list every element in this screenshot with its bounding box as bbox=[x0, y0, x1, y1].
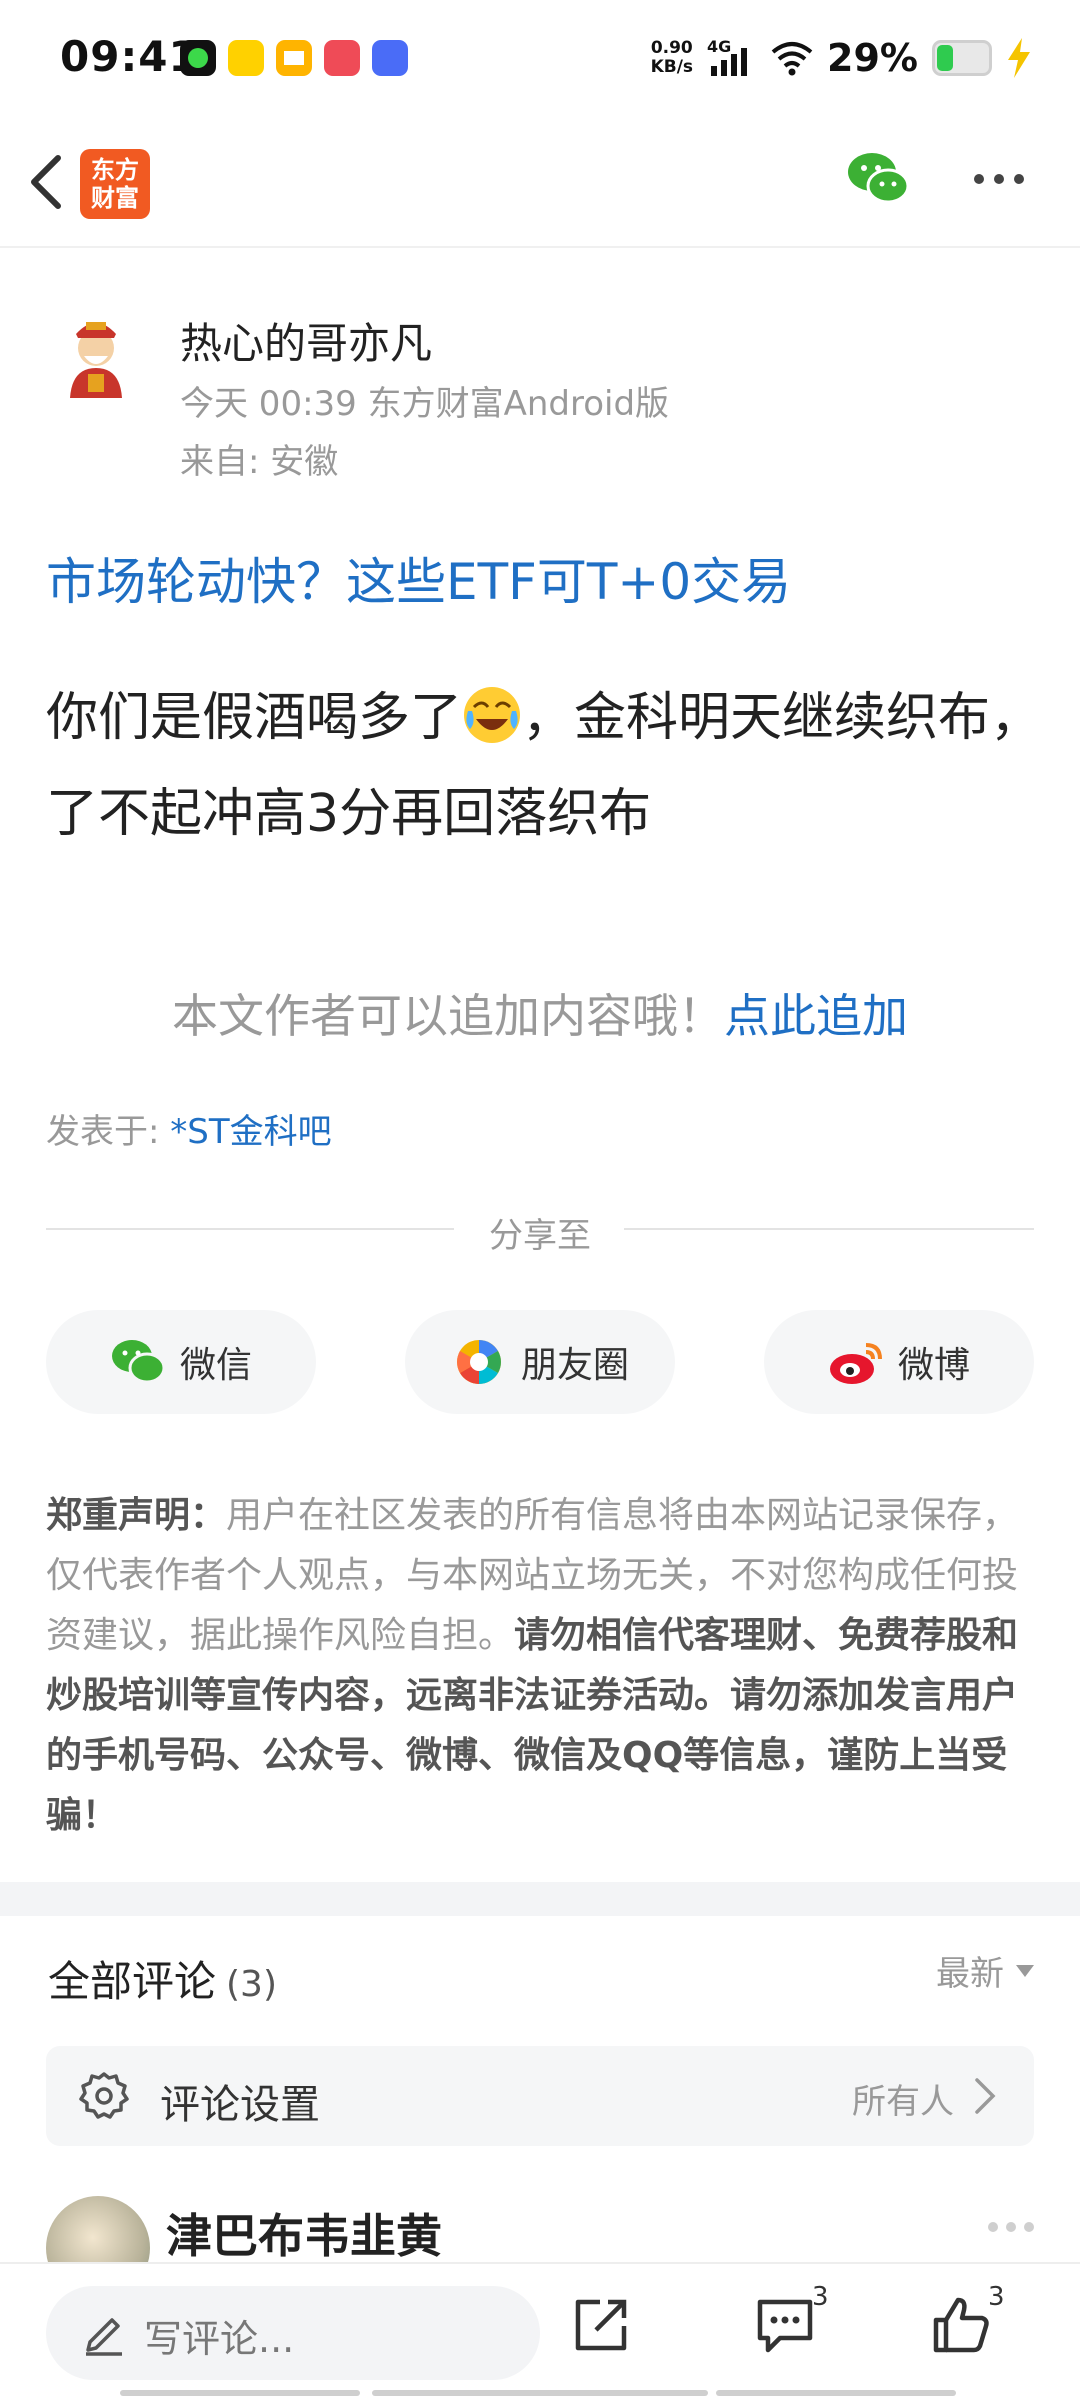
comment-icon[interactable] bbox=[754, 2294, 816, 2356]
append-content-link[interactable]: 点此追加 bbox=[724, 989, 908, 1043]
post-meta: 今天 00:39 东方财富Android版 bbox=[180, 384, 670, 424]
author-avatar[interactable] bbox=[48, 312, 144, 408]
post-location: 来自: 安徽 bbox=[180, 442, 339, 482]
thumbs-up-icon[interactable] bbox=[930, 2294, 992, 2356]
gear-icon bbox=[79, 2072, 129, 2119]
post-body: 你们是假酒喝多了 ，金科明天继续织布，了不起冲高3分再回落织布 bbox=[46, 670, 1046, 862]
charging-bolt-icon bbox=[1008, 38, 1030, 78]
moments-icon bbox=[456, 1340, 501, 1384]
battery-percent: 29% bbox=[827, 36, 918, 80]
bottom-action-bar: 写评论... 3 3 bbox=[0, 2262, 1080, 2400]
comment-settings-row[interactable]: 评论设置 所有人 bbox=[46, 2046, 1034, 2146]
write-comment-input[interactable]: 写评论... bbox=[46, 2286, 540, 2380]
meituan-icon bbox=[228, 40, 264, 76]
red-app-icon bbox=[324, 40, 360, 76]
comment-settings-label: 评论设置 bbox=[160, 2082, 320, 2128]
gesture-bar bbox=[716, 2390, 956, 2396]
mail-app-icon bbox=[276, 40, 312, 76]
crying-laughing-emoji-icon bbox=[464, 687, 521, 743]
forum-link[interactable]: *ST金科吧 bbox=[170, 1112, 331, 1152]
network-speed: 0.90 KB/s bbox=[650, 38, 694, 77]
vivo-icon bbox=[372, 40, 408, 76]
battery-icon bbox=[932, 40, 992, 76]
share-out-icon[interactable] bbox=[570, 2294, 632, 2356]
comments-count: (3) bbox=[226, 1964, 278, 2005]
comment-settings-value: 所有人 bbox=[852, 2082, 954, 2122]
commenter-name[interactable]: 津巴布韦韭黄 bbox=[166, 2200, 442, 2266]
green-app-icon bbox=[180, 40, 216, 76]
wifi-icon bbox=[771, 42, 813, 76]
like-count-badge: 3 bbox=[988, 2282, 1005, 2312]
wechat-share-icon[interactable] bbox=[846, 150, 910, 208]
weibo-icon bbox=[829, 1343, 882, 1384]
section-divider bbox=[0, 1882, 1080, 1916]
chevron-right-icon bbox=[975, 2078, 996, 2114]
share-weibo-button[interactable]: 微博 bbox=[764, 1310, 1034, 1414]
wechat-icon bbox=[111, 1340, 166, 1384]
comment-more-icon[interactable] bbox=[988, 2222, 1034, 2232]
append-content-prompt: 本文作者可以追加内容哦！点此追加 bbox=[172, 989, 908, 1043]
status-time: 09:41 bbox=[60, 32, 199, 81]
top-nav-bar: 东方 财富 bbox=[0, 120, 1080, 248]
more-options-icon[interactable] bbox=[974, 174, 1024, 184]
gesture-bar bbox=[372, 2390, 708, 2396]
dropdown-triangle-icon bbox=[1016, 1964, 1034, 1977]
svg-text:4G: 4G bbox=[707, 38, 731, 56]
share-label: 分享至 bbox=[489, 1216, 591, 1256]
pencil-icon bbox=[86, 2318, 122, 2356]
comments-heading: 全部评论 (3) bbox=[48, 1957, 278, 2006]
comment-count-badge: 3 bbox=[812, 2282, 829, 2312]
disclaimer: 郑重声明：用户在社区发表的所有信息将由本网站记录保存，仅代表作者个人观点，与本网… bbox=[46, 1495, 1019, 1836]
status-bar: 09:41 0.90 KB/s 4G 29% bbox=[0, 0, 1080, 120]
sort-dropdown[interactable]: 最新 bbox=[936, 1946, 1034, 1995]
gesture-bar bbox=[120, 2390, 360, 2396]
posted-in: 发表于: *ST金科吧 bbox=[46, 1112, 332, 1152]
cellular-signal-icon: 4G bbox=[707, 38, 748, 76]
share-moments-button[interactable]: 朋友圈 bbox=[405, 1310, 675, 1414]
eastmoney-logo[interactable]: 东方 财富 bbox=[80, 149, 150, 219]
notification-icons bbox=[180, 40, 408, 76]
share-wechat-button[interactable]: 微信 bbox=[46, 1310, 316, 1414]
author-name[interactable]: 热心的哥亦凡 bbox=[180, 310, 432, 371]
back-arrow-icon[interactable] bbox=[22, 150, 72, 214]
post-title-link[interactable]: 市场轮动快？这些ETF可T+0交易 bbox=[46, 542, 791, 614]
